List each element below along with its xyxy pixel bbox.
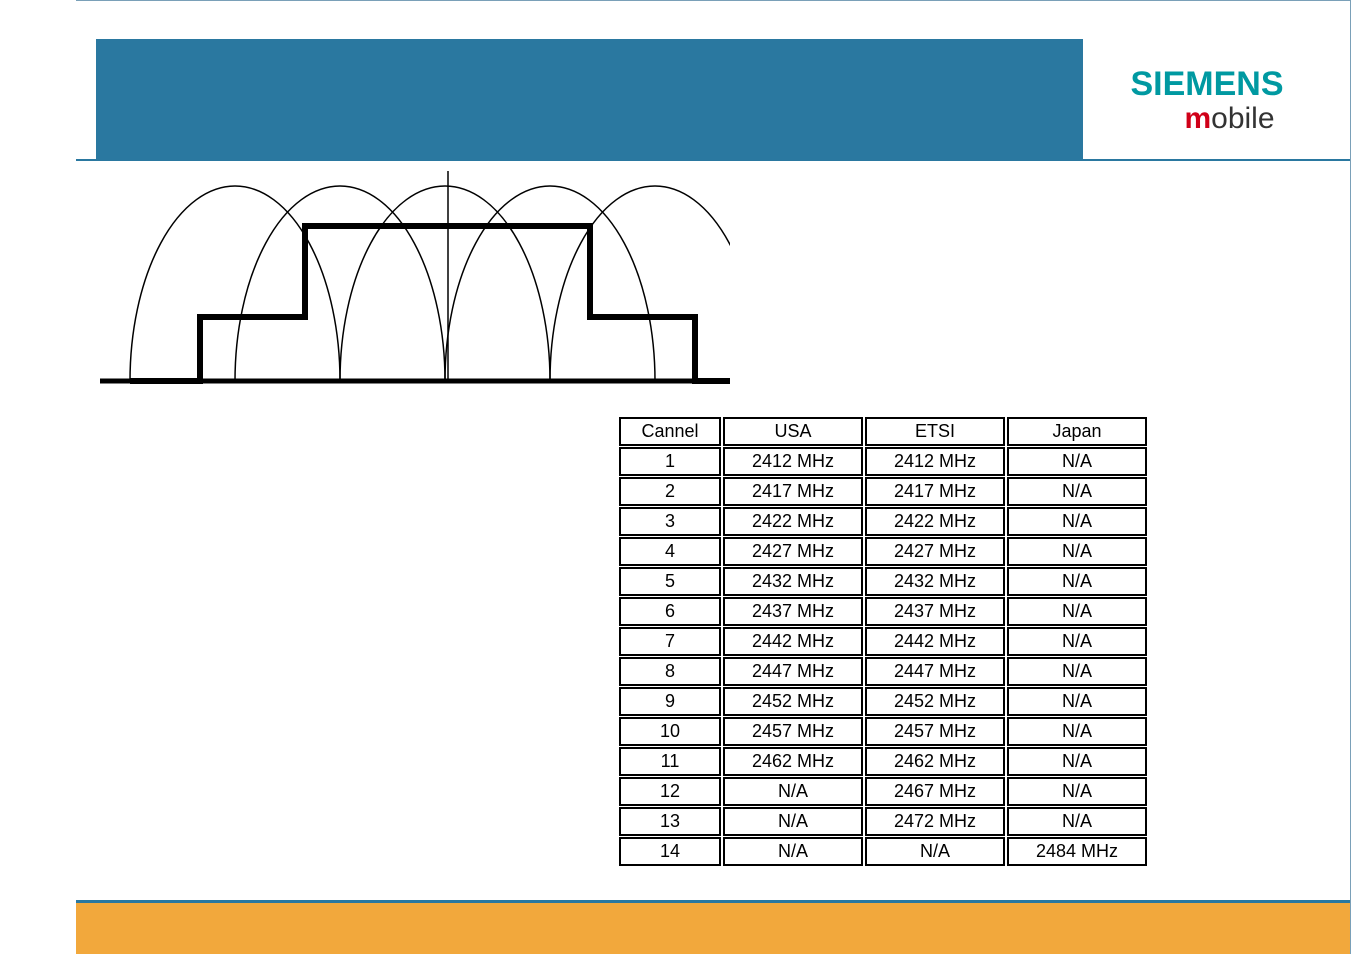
siemens-wordmark: SIEMENS [1130, 65, 1283, 104]
cell-usa: 2427 MHz [723, 537, 863, 566]
cell-channel: 5 [619, 567, 721, 596]
cell-japan: N/A [1007, 807, 1147, 836]
cell-channel: 1 [619, 447, 721, 476]
cell-etsi: 2427 MHz [865, 537, 1005, 566]
cell-etsi: 2472 MHz [865, 807, 1005, 836]
mobile-m-letter: m [1184, 102, 1211, 135]
cell-usa: 2437 MHz [723, 597, 863, 626]
slide: SIEMENS mobile Cannel USA ETSI Japan 124… [76, 0, 1351, 954]
cell-japan: N/A [1007, 507, 1147, 536]
table-row: 14N/AN/A2484 MHz [619, 837, 1147, 866]
mobile-rest: obile [1211, 102, 1274, 135]
cell-channel: 2 [619, 477, 721, 506]
cell-etsi: 2457 MHz [865, 717, 1005, 746]
table-row: 72442 MHz2442 MHzN/A [619, 627, 1147, 656]
cell-channel: 3 [619, 507, 721, 536]
cell-japan: N/A [1007, 597, 1147, 626]
cell-etsi: 2462 MHz [865, 747, 1005, 776]
header-divider [76, 159, 1350, 161]
col-header-japan: Japan [1007, 417, 1147, 446]
table-row: 92452 MHz2452 MHzN/A [619, 687, 1147, 716]
cell-channel: 14 [619, 837, 721, 866]
table-header-row: Cannel USA ETSI Japan [619, 417, 1147, 446]
cell-etsi: 2467 MHz [865, 777, 1005, 806]
cell-usa: N/A [723, 837, 863, 866]
cell-japan: N/A [1007, 627, 1147, 656]
cell-channel: 12 [619, 777, 721, 806]
cell-japan: N/A [1007, 447, 1147, 476]
cell-etsi: 2417 MHz [865, 477, 1005, 506]
cell-channel: 13 [619, 807, 721, 836]
cell-usa: 2462 MHz [723, 747, 863, 776]
cell-usa: N/A [723, 777, 863, 806]
col-header-channel: Cannel [619, 417, 721, 446]
table-row: 22417 MHz2417 MHzN/A [619, 477, 1147, 506]
cell-etsi: 2452 MHz [865, 687, 1005, 716]
col-header-usa: USA [723, 417, 863, 446]
cell-channel: 9 [619, 687, 721, 716]
cell-japan: N/A [1007, 567, 1147, 596]
header-color-band [96, 39, 1083, 161]
table-row: 13N/A2472 MHzN/A [619, 807, 1147, 836]
cell-japan: N/A [1007, 777, 1147, 806]
cell-channel: 4 [619, 537, 721, 566]
cell-etsi: 2422 MHz [865, 507, 1005, 536]
cell-japan: N/A [1007, 687, 1147, 716]
table-row: 32422 MHz2422 MHzN/A [619, 507, 1147, 536]
table-row: 12N/A2467 MHzN/A [619, 777, 1147, 806]
cell-usa: 2422 MHz [723, 507, 863, 536]
cell-channel: 7 [619, 627, 721, 656]
cell-usa: 2412 MHz [723, 447, 863, 476]
table-row: 62437 MHz2437 MHzN/A [619, 597, 1147, 626]
cell-etsi: 2442 MHz [865, 627, 1005, 656]
mobile-wordmark: mobile [1139, 102, 1274, 136]
spectral-mask-diagram [100, 171, 730, 401]
table-row: 112462 MHz2462 MHzN/A [619, 747, 1147, 776]
table-row: 12412 MHz2412 MHzN/A [619, 447, 1147, 476]
cell-etsi: 2447 MHz [865, 657, 1005, 686]
cell-usa: 2457 MHz [723, 717, 863, 746]
cell-channel: 8 [619, 657, 721, 686]
cell-etsi: N/A [865, 837, 1005, 866]
cell-usa: 2442 MHz [723, 627, 863, 656]
table-row: 82447 MHz2447 MHzN/A [619, 657, 1147, 686]
cell-usa: 2432 MHz [723, 567, 863, 596]
footer-color-band [76, 900, 1350, 954]
cell-etsi: 2412 MHz [865, 447, 1005, 476]
cell-usa: 2452 MHz [723, 687, 863, 716]
cell-etsi: 2432 MHz [865, 567, 1005, 596]
table-row: 52432 MHz2432 MHzN/A [619, 567, 1147, 596]
cell-usa: N/A [723, 807, 863, 836]
table-row: 42427 MHz2427 MHzN/A [619, 537, 1147, 566]
cell-japan: N/A [1007, 717, 1147, 746]
cell-channel: 10 [619, 717, 721, 746]
cell-etsi: 2437 MHz [865, 597, 1005, 626]
cell-japan: N/A [1007, 657, 1147, 686]
cell-japan: N/A [1007, 537, 1147, 566]
col-header-etsi: ETSI [865, 417, 1005, 446]
cell-japan: N/A [1007, 747, 1147, 776]
cell-japan: 2484 MHz [1007, 837, 1147, 866]
logo-area: SIEMENS mobile [1083, 39, 1331, 161]
cell-channel: 11 [619, 747, 721, 776]
channel-frequency-table: Cannel USA ETSI Japan 12412 MHz2412 MHzN… [617, 416, 1149, 867]
cell-japan: N/A [1007, 477, 1147, 506]
table-row: 102457 MHz2457 MHzN/A [619, 717, 1147, 746]
cell-usa: 2447 MHz [723, 657, 863, 686]
cell-channel: 6 [619, 597, 721, 626]
cell-usa: 2417 MHz [723, 477, 863, 506]
